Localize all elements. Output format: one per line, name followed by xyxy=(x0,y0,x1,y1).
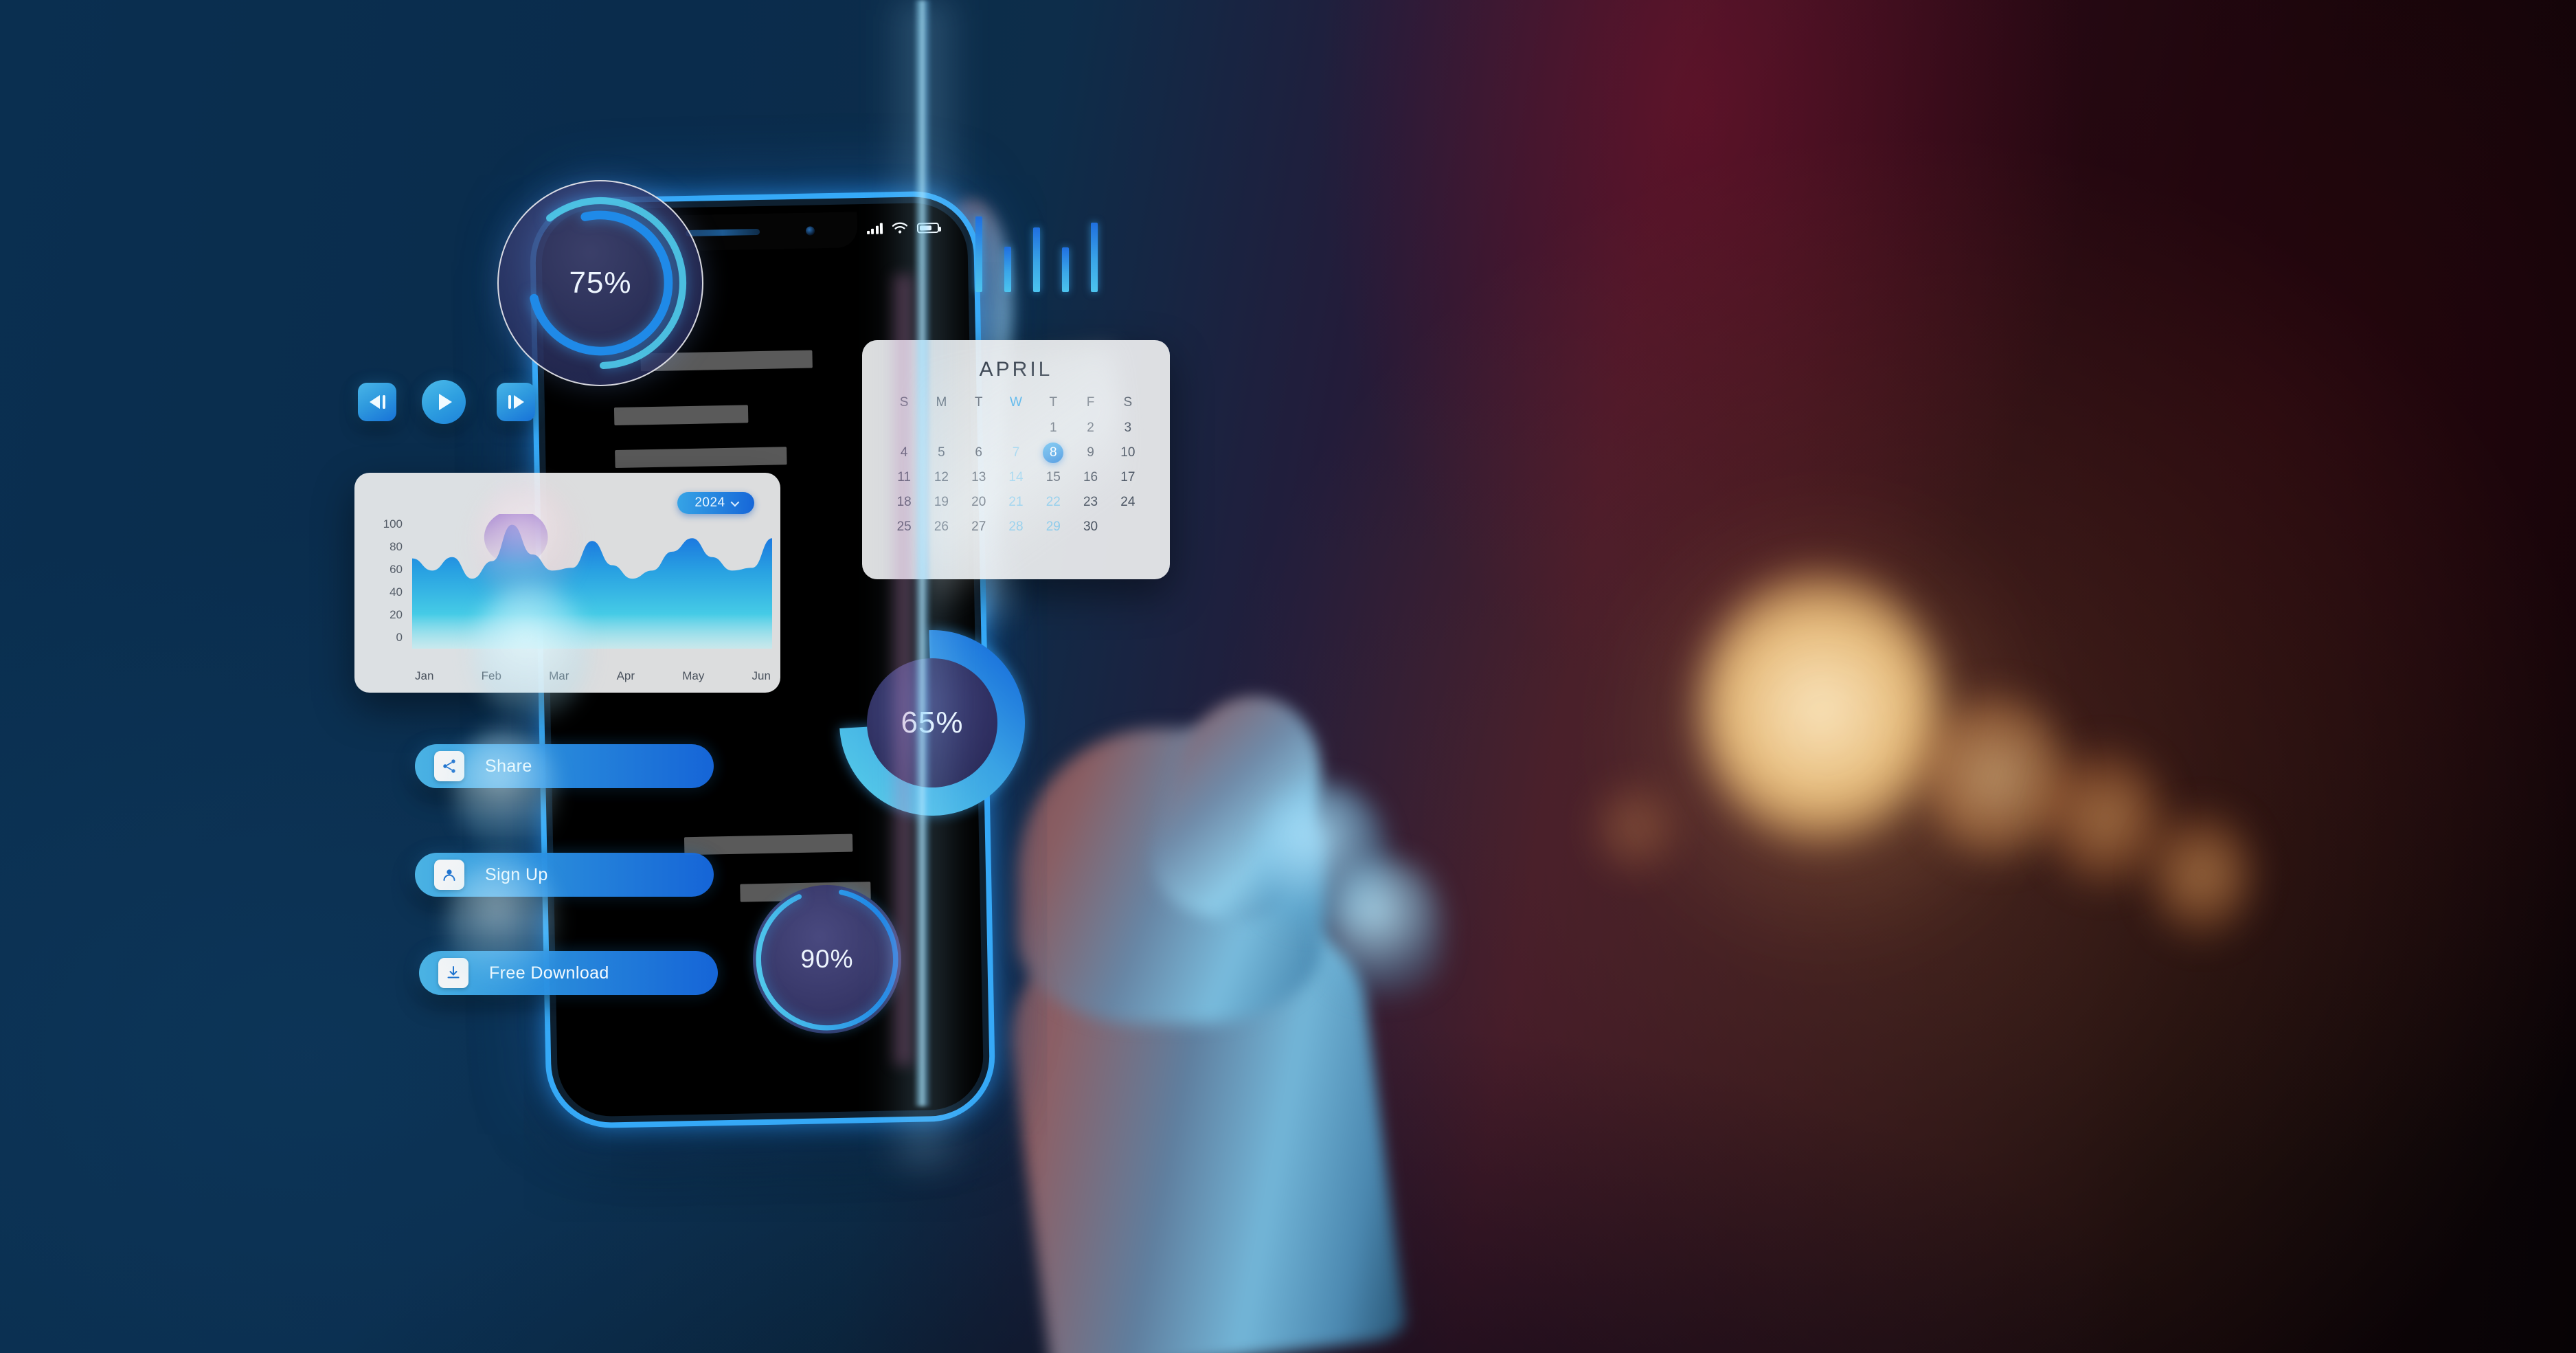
y-tick-60: 60 xyxy=(389,563,403,576)
x-tick-Apr: Apr xyxy=(616,669,635,682)
gauge-75-value: 75% xyxy=(569,266,632,300)
gauge-65-value: 65% xyxy=(901,706,964,739)
calendar-blank: . xyxy=(923,418,960,438)
x-tick-Mar: Mar xyxy=(549,669,569,682)
calendar-day[interactable]: 9 xyxy=(1072,443,1109,462)
chart-x-axis: Jan Feb Mar Apr May Jun xyxy=(415,669,771,683)
signup-button-label: Sign Up xyxy=(485,864,548,884)
calendar-day[interactable]: 26 xyxy=(923,517,960,537)
free-download-button[interactable]: Free Download xyxy=(419,951,718,995)
gauge-65-percent[interactable]: 65% xyxy=(822,620,1042,826)
bar-1 xyxy=(975,216,982,292)
calendar-grid[interactable]: SMTWTFS....12345678910111213141516171819… xyxy=(885,395,1146,537)
play-icon xyxy=(439,394,452,410)
calendar-day[interactable]: 10 xyxy=(1109,443,1146,462)
year-selector[interactable]: 2024 xyxy=(677,492,754,514)
calendar-day-selected[interactable]: 8 xyxy=(1035,443,1072,462)
calendar-day[interactable]: 7 xyxy=(997,443,1035,462)
calendar-widget[interactable]: APRIL SMTWTFS....12345678910111213141516… xyxy=(862,340,1170,579)
calendar-day[interactable]: 19 xyxy=(923,493,960,512)
calendar-day[interactable]: 24 xyxy=(1109,493,1146,512)
calendar-dow-2: T xyxy=(974,395,983,410)
calendar-dow-6: S xyxy=(1123,395,1133,410)
share-button-label: Share xyxy=(485,756,532,776)
calendar-day[interactable]: 4 xyxy=(885,443,923,462)
skip-previous-icon xyxy=(369,395,385,409)
calendar-dow-4: T xyxy=(1049,395,1058,410)
floating-bar-chart xyxy=(975,210,1137,292)
content-line-4 xyxy=(683,834,853,856)
bar-2 xyxy=(1004,247,1011,292)
x-tick-Jun: Jun xyxy=(752,669,771,682)
calendar-day[interactable]: 12 xyxy=(923,468,960,487)
x-tick-Feb: Feb xyxy=(481,669,501,682)
calendar-day[interactable]: 14 xyxy=(997,468,1035,487)
area-chart-plot xyxy=(412,514,772,649)
calendar-dow-0: S xyxy=(899,395,909,410)
calendar-blank: . xyxy=(885,418,923,438)
download-icon xyxy=(438,958,468,988)
calendar-blank: . xyxy=(960,418,997,438)
calendar-day[interactable]: 30 xyxy=(1072,517,1109,537)
calendar-day[interactable]: 3 xyxy=(1109,418,1146,438)
signal-bars-icon xyxy=(866,223,883,234)
calendar-day[interactable]: 20 xyxy=(960,493,997,512)
content-line-2 xyxy=(613,405,749,426)
calendar-day[interactable]: 23 xyxy=(1072,493,1109,512)
front-camera-icon xyxy=(805,226,815,236)
skip-next-icon xyxy=(508,395,524,409)
gauge-90-value: 90% xyxy=(800,945,854,973)
calendar-month-title: APRIL xyxy=(979,358,1053,381)
bar-4 xyxy=(1062,247,1069,292)
calendar-day[interactable]: 21 xyxy=(997,493,1035,512)
year-selector-label: 2024 xyxy=(694,495,725,510)
bar-5 xyxy=(1091,223,1098,292)
wifi-icon xyxy=(892,222,908,234)
share-nodes-icon xyxy=(434,751,464,781)
calendar-day[interactable]: 6 xyxy=(960,443,997,462)
share-button[interactable]: Share xyxy=(415,744,714,788)
y-tick-100: 100 xyxy=(383,517,403,530)
y-tick-40: 40 xyxy=(389,585,403,599)
calendar-day[interactable]: 27 xyxy=(960,517,997,537)
analytics-chart-panel: 2024 100 80 60 40 20 0 Jan Feb Mar Apr May Jun xyxy=(354,473,780,693)
calendar-dow-3: W xyxy=(1010,395,1022,410)
next-button[interactable] xyxy=(497,383,535,421)
calendar-blank: . xyxy=(997,418,1035,438)
y-tick-20: 20 xyxy=(389,608,403,621)
calendar-day[interactable]: 18 xyxy=(885,493,923,512)
x-tick-May: May xyxy=(682,669,705,682)
bar-3 xyxy=(1033,227,1040,292)
battery-icon xyxy=(916,222,940,234)
calendar-day[interactable]: 17 xyxy=(1109,468,1146,487)
user-icon xyxy=(434,860,464,890)
calendar-day[interactable]: 1 xyxy=(1035,418,1072,438)
free-download-label: Free Download xyxy=(489,963,609,983)
calendar-dow-5: F xyxy=(1086,395,1095,410)
gauge-90-percent[interactable]: 90% xyxy=(747,880,907,1039)
content-line-3 xyxy=(615,447,787,469)
chart-y-axis: 100 80 60 40 20 0 xyxy=(372,518,403,643)
y-tick-80: 80 xyxy=(389,540,403,553)
gauge-75-percent[interactable]: 75% xyxy=(497,180,703,386)
play-button[interactable] xyxy=(422,380,466,424)
calendar-day[interactable]: 29 xyxy=(1035,517,1072,537)
calendar-day[interactable]: 13 xyxy=(960,468,997,487)
calendar-day[interactable]: 25 xyxy=(885,517,923,537)
calendar-day[interactable]: 28 xyxy=(997,517,1035,537)
calendar-day[interactable]: 16 xyxy=(1072,468,1109,487)
y-tick-0: 0 xyxy=(396,631,403,644)
x-tick-Jan: Jan xyxy=(415,669,434,682)
calendar-day[interactable]: 5 xyxy=(923,443,960,462)
chevron-down-icon xyxy=(730,497,739,506)
signup-button[interactable]: Sign Up xyxy=(415,853,714,897)
previous-button[interactable] xyxy=(358,383,396,421)
calendar-day[interactable]: 15 xyxy=(1035,468,1072,487)
calendar-day[interactable]: 22 xyxy=(1035,493,1072,512)
calendar-dow-1: M xyxy=(936,395,947,410)
calendar-day[interactable]: 2 xyxy=(1072,418,1109,438)
status-bar xyxy=(866,221,940,235)
calendar-day[interactable]: 11 xyxy=(885,468,923,487)
